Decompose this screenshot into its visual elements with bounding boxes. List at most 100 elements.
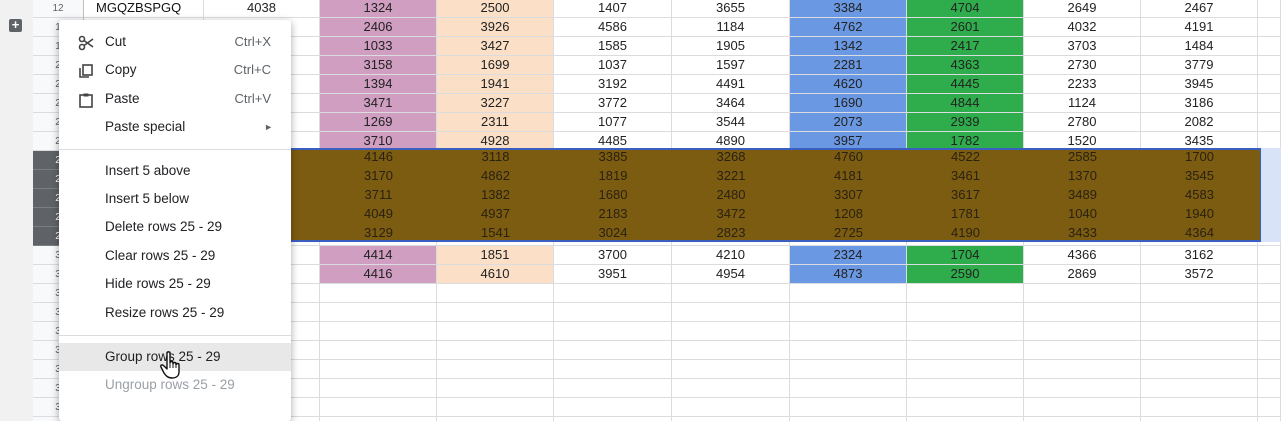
grid-cell[interactable]: 4038 <box>204 0 320 18</box>
grid-cell[interactable] <box>1258 398 1281 417</box>
grid-cell[interactable] <box>790 303 907 322</box>
selected-cell[interactable]: 3307 <box>790 186 907 205</box>
grid-cell[interactable]: 2649 <box>1024 0 1141 18</box>
selected-cell[interactable]: 4146 <box>320 148 437 167</box>
grid-cell[interactable] <box>554 379 672 398</box>
grid-cell[interactable]: 3703 <box>1024 37 1141 56</box>
selected-cell[interactable]: 3711 <box>320 186 437 205</box>
selected-cell[interactable]: 1680 <box>554 186 672 205</box>
grid-cell[interactable] <box>437 379 554 398</box>
grid-cell[interactable]: 4704 <box>907 0 1024 18</box>
grid-cell[interactable]: 3186 <box>1141 94 1258 113</box>
grid-cell[interactable]: 3427 <box>437 37 554 56</box>
grid-cell[interactable] <box>1024 341 1141 360</box>
grid-cell[interactable] <box>1141 379 1258 398</box>
selected-cell[interactable]: 4190 <box>907 224 1024 243</box>
grid-cell[interactable]: 4620 <box>790 75 907 94</box>
grid-cell[interactable]: 1124 <box>1024 94 1141 113</box>
selected-cell[interactable]: 1940 <box>1141 205 1258 224</box>
grid-cell[interactable] <box>1024 284 1141 303</box>
grid-cell[interactable] <box>554 398 672 417</box>
grid-cell[interactable] <box>907 398 1024 417</box>
grid-cell[interactable] <box>790 322 907 341</box>
grid-cell[interactable] <box>672 398 790 417</box>
grid-cell[interactable]: 1394 <box>320 75 437 94</box>
selected-cell[interactable]: 3129 <box>320 224 437 243</box>
grid-cell[interactable]: 3544 <box>672 113 790 132</box>
grid-cell[interactable] <box>790 360 907 379</box>
grid-cell[interactable] <box>790 341 907 360</box>
grid-cell[interactable] <box>1258 0 1281 18</box>
grid-cell[interactable] <box>790 379 907 398</box>
grid-cell[interactable] <box>554 303 672 322</box>
selected-cell[interactable]: 2183 <box>554 205 672 224</box>
grid-cell[interactable]: 3227 <box>437 94 554 113</box>
menu-item-copy[interactable]: Copy Ctrl+C <box>59 56 291 84</box>
grid-cell[interactable] <box>1024 322 1141 341</box>
menu-item-paste[interactable]: Paste Ctrl+V <box>59 85 291 113</box>
grid-cell[interactable] <box>320 379 437 398</box>
grid-cell[interactable] <box>1258 94 1281 113</box>
grid-cell[interactable] <box>1258 417 1281 421</box>
grid-cell[interactable] <box>320 303 437 322</box>
selected-cell[interactable]: 3433 <box>1024 224 1141 243</box>
menu-item-hide-rows[interactable]: Hide rows 25 - 29 <box>59 270 291 298</box>
grid-cell[interactable] <box>1258 379 1281 398</box>
grid-cell[interactable]: 3945 <box>1141 75 1258 94</box>
grid-cell[interactable] <box>1024 303 1141 322</box>
menu-item-clear-rows[interactable]: Clear rows 25 - 29 <box>59 242 291 270</box>
grid-cell[interactable] <box>1258 265 1281 284</box>
grid-cell[interactable]: 2467 <box>1141 0 1258 18</box>
grid-cell[interactable] <box>907 284 1024 303</box>
grid-cell[interactable]: 1941 <box>437 75 554 94</box>
grid-cell[interactable] <box>554 322 672 341</box>
grid-cell[interactable] <box>437 322 554 341</box>
grid-cell[interactable]: 1905 <box>672 37 790 56</box>
grid-cell[interactable] <box>672 379 790 398</box>
grid-cell[interactable] <box>672 303 790 322</box>
menu-item-insert-above[interactable]: Insert 5 above <box>59 157 291 185</box>
grid-cell[interactable]: 4610 <box>437 265 554 284</box>
grid-cell[interactable]: 4366 <box>1024 246 1141 265</box>
grid-cell[interactable]: 2417 <box>907 37 1024 56</box>
grid-cell[interactable] <box>1258 303 1281 322</box>
grid-cell[interactable]: 4191 <box>1141 18 1258 37</box>
grid-cell[interactable]: 2233 <box>1024 75 1141 94</box>
grid-cell[interactable]: 1585 <box>554 37 672 56</box>
selected-cell[interactable]: 2585 <box>1024 148 1141 167</box>
selected-cell[interactable]: 4181 <box>790 167 907 186</box>
grid-cell[interactable] <box>672 417 790 421</box>
grid-cell[interactable] <box>672 322 790 341</box>
grid-cell[interactable]: 1324 <box>320 0 437 18</box>
grid-cell[interactable] <box>672 360 790 379</box>
grid-cell[interactable]: 2311 <box>437 113 554 132</box>
grid-cell[interactable]: 3772 <box>554 94 672 113</box>
grid-cell[interactable] <box>1258 75 1281 94</box>
selected-cell[interactable]: 4760 <box>790 148 907 167</box>
menu-item-resize-rows[interactable]: Resize rows 25 - 29 <box>59 299 291 327</box>
grid-cell[interactable]: 2590 <box>907 265 1024 284</box>
selected-cell[interactable]: 2823 <box>672 224 790 243</box>
grid-cell[interactable] <box>437 360 554 379</box>
grid-cell[interactable]: 2780 <box>1024 113 1141 132</box>
selected-cell[interactable]: 1781 <box>907 205 1024 224</box>
grid-cell[interactable]: 2869 <box>1024 265 1141 284</box>
grid-cell[interactable] <box>790 284 907 303</box>
selected-cell[interactable]: 2725 <box>790 224 907 243</box>
selected-cell[interactable]: 4862 <box>437 167 554 186</box>
grid-cell[interactable]: 4873 <box>790 265 907 284</box>
grid-cell[interactable] <box>320 341 437 360</box>
grid-cell[interactable]: 1269 <box>320 113 437 132</box>
grid-cell[interactable] <box>672 341 790 360</box>
grid-cell[interactable]: 3655 <box>672 0 790 18</box>
grid-cell[interactable]: 3951 <box>554 265 672 284</box>
grid-cell[interactable] <box>437 284 554 303</box>
row-header[interactable]: 12 <box>33 0 83 18</box>
grid-cell[interactable]: 2406 <box>320 18 437 37</box>
grid-cell[interactable]: 4954 <box>672 265 790 284</box>
grid-cell[interactable] <box>907 303 1024 322</box>
grid-cell[interactable]: 4491 <box>672 75 790 94</box>
grid-cell[interactable] <box>437 303 554 322</box>
grid-cell[interactable] <box>1141 341 1258 360</box>
grid-cell[interactable] <box>1258 322 1281 341</box>
